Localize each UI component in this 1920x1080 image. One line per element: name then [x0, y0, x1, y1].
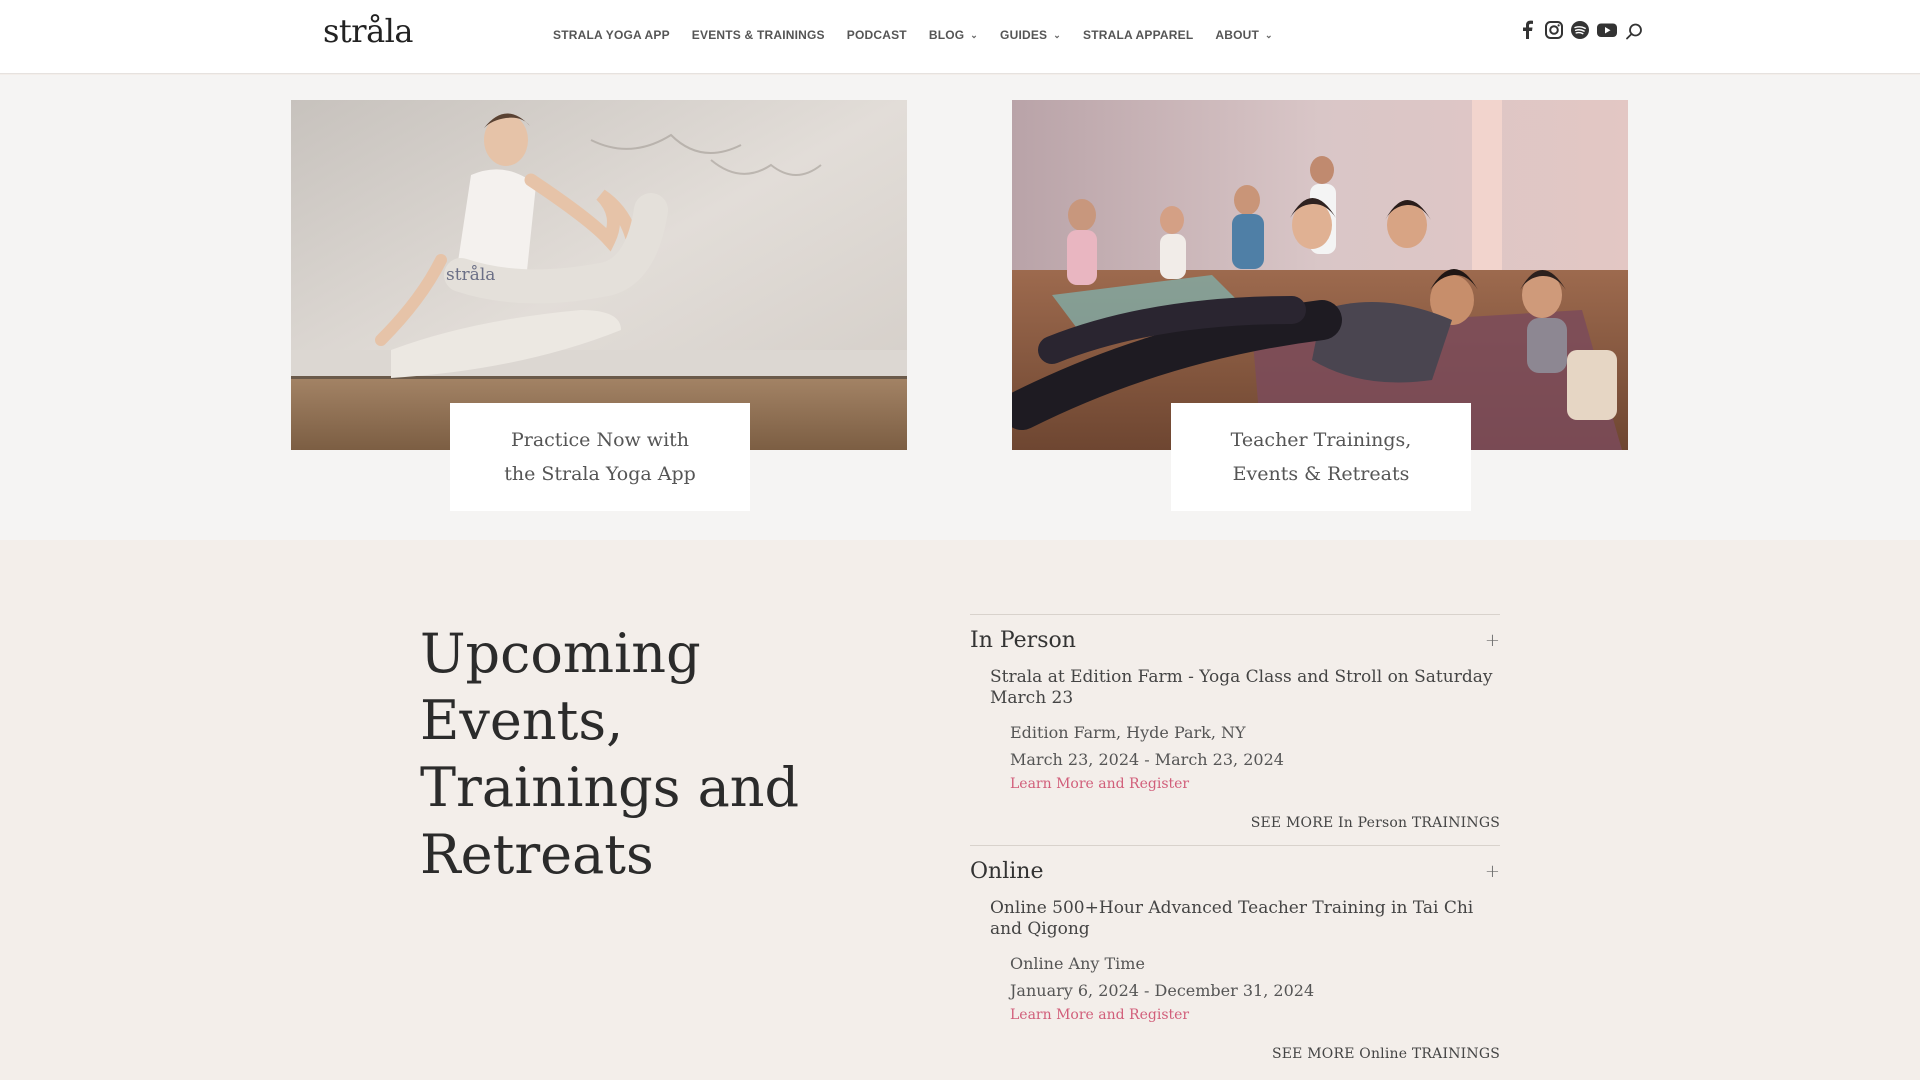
nav-label: PODCAST — [846, 28, 907, 42]
nav-events-trainings[interactable]: EVENTS & TRAININGS — [692, 28, 825, 42]
nav-label: STRALA APPAREL — [1083, 28, 1194, 42]
svg-text:stråla: stråla — [446, 265, 495, 285]
feature-band: stråla Practice Now with the Strala Yoga… — [0, 75, 1920, 540]
event-location: Edition Farm, Hyde Park, NY — [1010, 723, 1246, 742]
accordion-header-in-person[interactable]: In Person + — [970, 625, 1500, 655]
accordion-header-online[interactable]: Online + — [970, 856, 1500, 886]
heading-line: Upcoming Events, — [420, 622, 701, 752]
accordion-section-online: Online + Online 500+Hour Advanced Teache… — [970, 845, 1500, 1062]
feature-card-trainings: Teacher Trainings, Events & Retreats — [1012, 100, 1628, 511]
nav-label: GUIDES — [1000, 28, 1048, 42]
caption-line: Teacher Trainings, — [1230, 429, 1412, 451]
main-nav: STRALA YOGA APP EVENTS & TRAININGS PODCA… — [553, 28, 1295, 42]
plus-icon[interactable]: + — [1485, 861, 1500, 882]
nav-guides[interactable]: GUIDES ⌄ — [1000, 28, 1061, 42]
nav-about[interactable]: ABOUT ⌄ — [1215, 28, 1272, 42]
social-links — [1518, 20, 1618, 40]
learn-more-link[interactable]: Learn More and Register — [1010, 1004, 1500, 1026]
nav-label: STRALA YOGA APP — [553, 28, 670, 42]
nav-label: BLOG — [928, 28, 965, 42]
chevron-down-icon: ⌄ — [970, 29, 979, 40]
event-dates: March 23, 2024 - March 23, 2024 — [1010, 750, 1284, 769]
feature-caption-trainings[interactable]: Teacher Trainings, Events & Retreats — [1171, 403, 1471, 511]
nav-label: EVENTS & TRAININGS — [691, 28, 825, 42]
group-training-image[interactable] — [1012, 100, 1628, 450]
chevron-down-icon: ⌄ — [1053, 29, 1062, 40]
nav-strala-yoga-app[interactable]: STRALA YOGA APP — [553, 28, 670, 42]
accordion-section-in-person: In Person + Strala at Edition Farm - Yog… — [970, 614, 1500, 831]
search-icon[interactable] — [1624, 22, 1644, 42]
caption-line: Practice Now with — [510, 429, 690, 451]
feature-card-app: stråla Practice Now with the Strala Yoga… — [291, 100, 907, 511]
caption-line: Events & Retreats — [1232, 463, 1410, 485]
spotify-icon[interactable] — [1570, 20, 1590, 40]
event-location: Online Any Time — [1010, 954, 1145, 973]
see-more-in-person-link[interactable]: SEE MORE In Person TRAININGS — [970, 815, 1500, 831]
nav-strala-apparel[interactable]: STRALA APPAREL — [1083, 28, 1193, 42]
youtube-icon[interactable] — [1596, 20, 1618, 40]
section-heading: Online — [970, 858, 1044, 884]
feature-caption-app[interactable]: Practice Now with the Strala Yoga App — [450, 403, 750, 511]
heading-line: Trainings and — [420, 756, 800, 819]
events-heading: Upcoming Events, Trainings and Retreats — [420, 620, 920, 888]
site-logo[interactable]: stråla — [323, 12, 413, 50]
facebook-icon[interactable] — [1518, 20, 1538, 40]
nav-blog[interactable]: BLOG ⌄ — [929, 28, 978, 42]
instagram-icon[interactable] — [1544, 20, 1564, 40]
yoga-pose-image[interactable]: stråla — [291, 100, 907, 450]
caption-line: the Strala Yoga App — [504, 463, 696, 485]
event-title: Strala at Edition Farm - Yoga Class and … — [990, 667, 1493, 708]
nav-label: ABOUT — [1215, 28, 1260, 42]
site-header: stråla STRALA YOGA APP EVENTS & TRAINING… — [0, 0, 1920, 74]
heading-line: Retreats — [420, 823, 654, 886]
learn-more-link[interactable]: Learn More and Register — [1010, 773, 1500, 795]
events-accordion: In Person + Strala at Edition Farm - Yog… — [970, 614, 1500, 1076]
event-dates: January 6, 2024 - December 31, 2024 — [1010, 981, 1315, 1000]
event-title: Online 500+Hour Advanced Teacher Trainin… — [990, 898, 1474, 939]
nav-podcast[interactable]: PODCAST — [847, 28, 907, 42]
chevron-down-icon: ⌄ — [1265, 29, 1273, 40]
section-heading: In Person — [970, 627, 1076, 653]
plus-icon[interactable]: + — [1485, 630, 1500, 651]
see-more-online-link[interactable]: SEE MORE Online TRAININGS — [970, 1046, 1500, 1062]
